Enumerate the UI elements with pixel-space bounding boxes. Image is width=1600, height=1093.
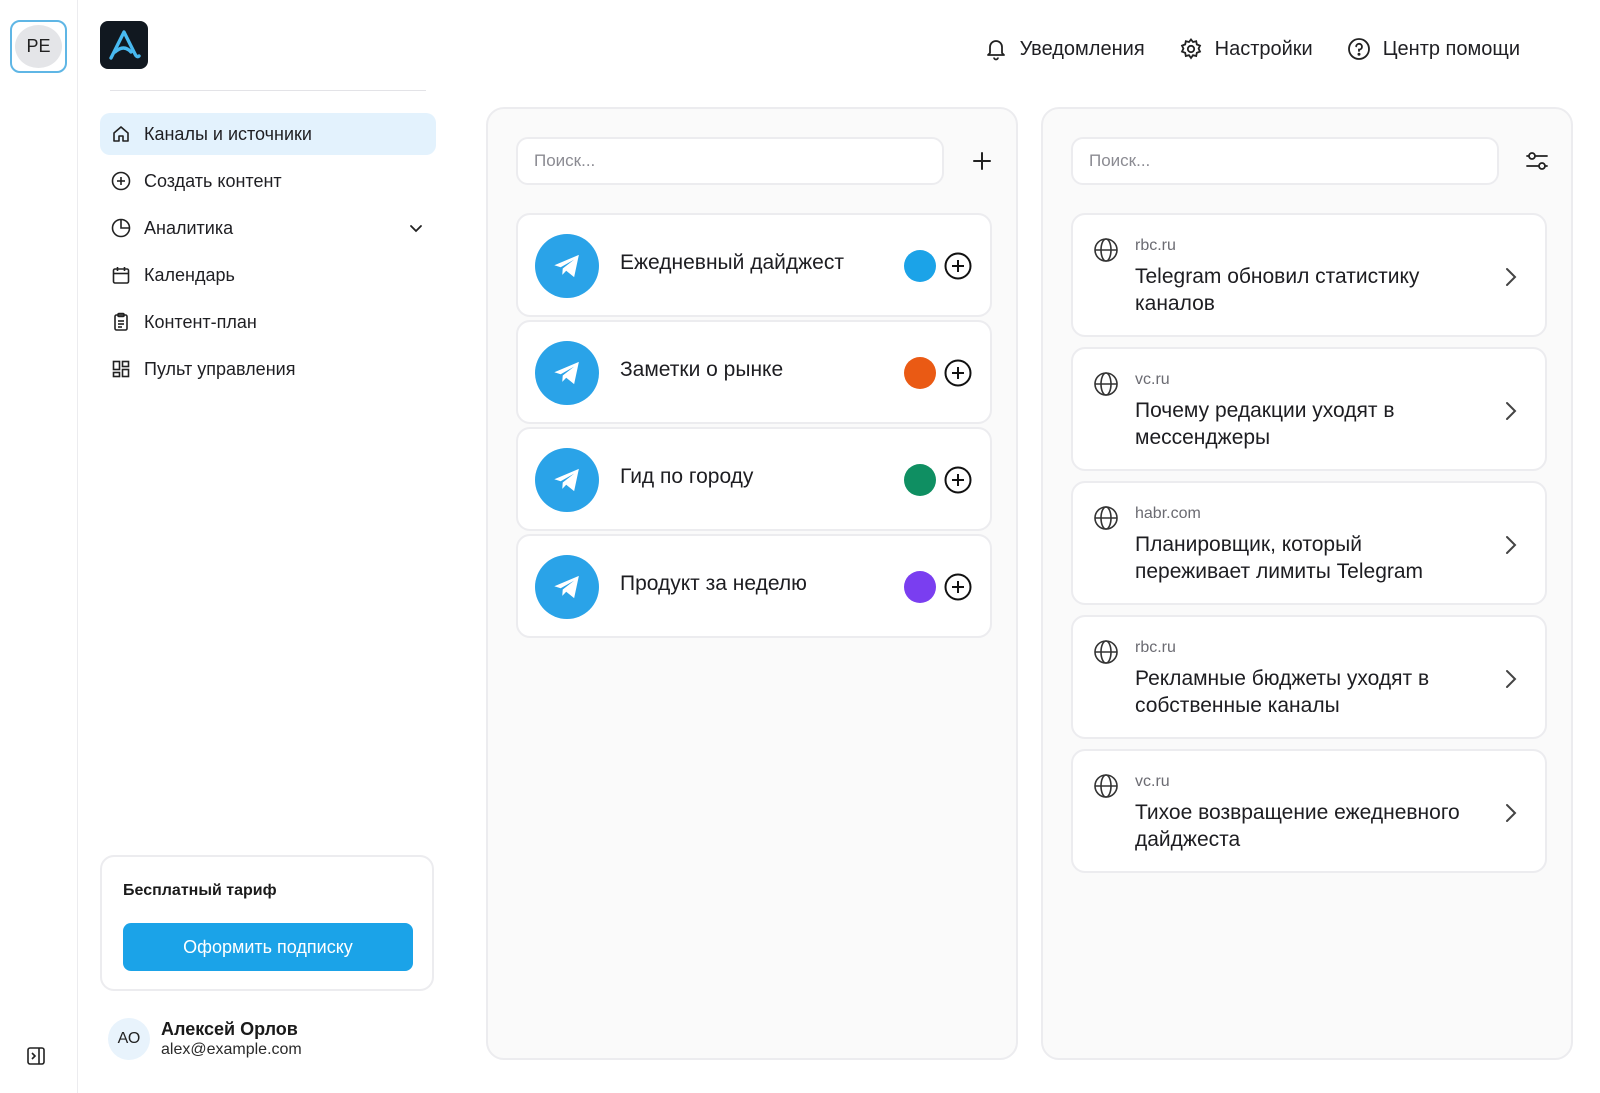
telegram-icon <box>535 341 599 405</box>
chevron-right-icon <box>1506 536 1517 554</box>
nav-item-calendar[interactable]: Календарь <box>100 254 436 296</box>
chevron-right-icon <box>1506 402 1517 420</box>
sources-search-input[interactable] <box>1071 137 1499 185</box>
user-name: Алексей Орлов <box>161 1019 298 1039</box>
news-source: rbc.ru <box>1135 237 1176 254</box>
channel-color-dot <box>904 357 936 389</box>
channel-color-dot <box>904 250 936 282</box>
top-bar: Уведомления Настройки Центр помощи <box>950 37 1520 61</box>
news-card[interactable]: rbc.ru Telegram обновил статистику канал… <box>1071 213 1547 337</box>
news-headline: Почему редакции уходят в мессенджеры <box>1135 399 1395 449</box>
news-source: rbc.ru <box>1135 639 1176 656</box>
add-circle-icon[interactable] <box>943 358 973 388</box>
channel-card[interactable]: Гид по городу <box>516 427 992 531</box>
help-center-link[interactable]: Центр помощи <box>1347 37 1520 61</box>
channel-name: Продукт за неделю <box>620 572 807 595</box>
workspace-rail: PE <box>0 0 78 1093</box>
nav-item-channels[interactable]: Каналы и источники <box>100 113 436 155</box>
settings-link[interactable]: Настройки <box>1179 37 1313 61</box>
nav-item-create-content[interactable]: Создать контент <box>100 160 436 202</box>
app-logo[interactable] <box>100 21 148 69</box>
sidebar-toggle-icon[interactable] <box>26 1046 46 1066</box>
nav-label: Создать контент <box>144 170 282 191</box>
news-headline: Рекламные бюджеты уходят в собственные к… <box>1135 667 1430 717</box>
globe-icon <box>1094 238 1118 262</box>
news-source: habr.com <box>1135 505 1201 522</box>
channel-card[interactable]: Продукт за неделю <box>516 534 992 638</box>
dashboard-icon <box>110 358 132 380</box>
clipboard-icon <box>110 311 132 333</box>
channel-name: Заметки о рынке <box>620 358 784 381</box>
nav-label: Аналитика <box>144 217 234 238</box>
channel-name: Гид по городу <box>620 465 754 488</box>
notifications-label: Уведомления <box>1019 37 1145 60</box>
chevron-down-icon[interactable] <box>408 220 424 236</box>
nav-item-dashboard[interactable]: Пульт управления <box>100 348 436 390</box>
bell-icon <box>986 40 1005 61</box>
add-circle-icon[interactable] <box>943 251 973 281</box>
plan-title: Бесплатный тариф <box>123 882 277 899</box>
channels-panel: Ежедневный дайджест Заметки о рынке Гид … <box>486 107 1018 1060</box>
settings-label: Настройки <box>1214 37 1313 60</box>
user-email: alex@example.com <box>161 1041 302 1058</box>
logo-icon <box>109 30 141 60</box>
add-channel-button[interactable] <box>966 145 998 177</box>
help-icon <box>1347 38 1370 60</box>
nav-item-analytics[interactable]: Аналитика <box>100 207 436 249</box>
plus-icon <box>973 152 991 170</box>
telegram-icon <box>535 555 599 619</box>
news-headline: Telegram обновил статистику каналов <box>1135 265 1420 315</box>
user-profile[interactable]: АО Алексей Орлов alex@example.com <box>108 1018 302 1060</box>
news-source: vc.ru <box>1135 371 1170 388</box>
channel-color-dot <box>904 464 936 496</box>
nav-item-content-plan[interactable]: Контент-план <box>100 301 436 343</box>
globe-icon <box>1094 640 1118 664</box>
chevron-right-icon <box>1506 268 1517 286</box>
channels-search-input[interactable] <box>516 137 944 185</box>
sidebar-nav: Каналы и источники Создать контент Анали… <box>100 113 436 395</box>
nav-label: Календарь <box>144 264 235 285</box>
workspace-initials: PE <box>15 25 62 68</box>
telegram-icon <box>535 448 599 512</box>
calendar-icon <box>110 264 132 286</box>
globe-icon <box>1094 774 1118 798</box>
channel-card[interactable]: Заметки о рынке <box>516 320 992 424</box>
notifications-link[interactable]: Уведомления <box>984 37 1145 61</box>
filter-button[interactable] <box>1521 145 1553 177</box>
plus-circle-icon <box>110 170 132 192</box>
add-circle-icon[interactable] <box>943 572 973 602</box>
subscribe-button[interactable]: Оформить подписку <box>123 923 413 971</box>
sidebar: Каналы и источники Создать контент Анали… <box>78 0 450 1093</box>
sources-panel: rbc.ru Telegram обновил статистику канал… <box>1041 107 1573 1060</box>
news-source: vc.ru <box>1135 773 1170 790</box>
channel-name: Ежедневный дайджест <box>620 251 844 274</box>
news-card[interactable]: vc.ru Тихое возвращение ежедневного дайд… <box>1071 749 1547 873</box>
nav-label: Каналы и источники <box>144 123 312 144</box>
chevron-right-icon <box>1506 670 1517 688</box>
filter-sliders-icon <box>1526 152 1548 170</box>
news-headline: Тихое возвращение ежедневного дайджеста <box>1135 801 1460 851</box>
chevron-right-icon <box>1506 804 1517 822</box>
news-card[interactable]: vc.ru Почему редакции уходят в мессендже… <box>1071 347 1547 471</box>
globe-icon <box>1094 372 1118 396</box>
channel-card[interactable]: Ежедневный дайджест <box>516 213 992 317</box>
news-headline: Планировщик, который переживает лимиты T… <box>1135 533 1424 583</box>
news-card[interactable]: rbc.ru Рекламные бюджеты уходят в собств… <box>1071 615 1547 739</box>
nav-label: Контент-план <box>144 311 257 332</box>
news-card[interactable]: habr.com Планировщик, который переживает… <box>1071 481 1547 605</box>
sidebar-divider <box>110 90 426 91</box>
plan-card: Бесплатный тариф Оформить подписку <box>100 855 434 991</box>
globe-icon <box>1094 506 1118 530</box>
avatar: АО <box>108 1018 150 1060</box>
help-label: Центр помощи <box>1382 37 1520 60</box>
workspace-switcher[interactable]: PE <box>10 20 67 73</box>
home-icon <box>110 123 132 145</box>
nav-label: Пульт управления <box>144 358 296 379</box>
gear-icon <box>1180 38 1201 60</box>
add-circle-icon[interactable] <box>943 465 973 495</box>
telegram-icon <box>535 234 599 298</box>
channel-color-dot <box>904 571 936 603</box>
pie-chart-icon <box>110 217 132 239</box>
